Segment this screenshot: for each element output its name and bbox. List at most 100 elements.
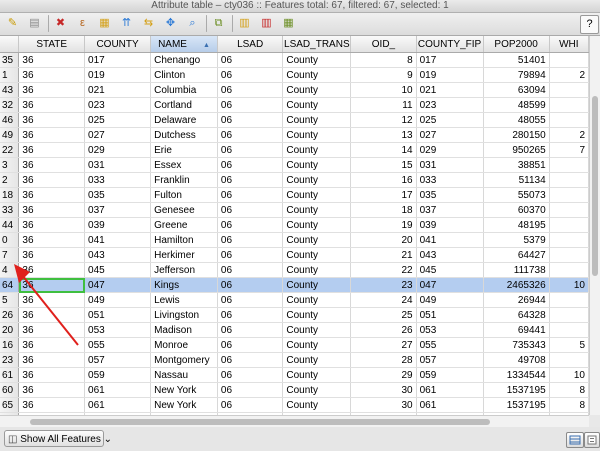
- cell-name[interactable]: Nassau: [150, 367, 218, 383]
- cell-state[interactable]: 36: [18, 352, 86, 368]
- cell-county[interactable]: 025: [84, 112, 152, 128]
- table-row[interactable]: 23 36 057 Montgomery 06 County 28 057 49708: [0, 352, 589, 368]
- cell-lsad_trans[interactable]: County: [282, 127, 352, 143]
- cell-lsad_trans[interactable]: County: [282, 97, 352, 113]
- cell-state[interactable]: 36: [18, 367, 86, 383]
- cell-whi[interactable]: [549, 157, 589, 173]
- vertical-scrollbar[interactable]: [589, 36, 600, 415]
- table-row[interactable]: 22 36 029 Erie 06 County 14 029 950265 7: [0, 142, 589, 158]
- cell-pop2000[interactable]: 60370: [483, 202, 550, 218]
- cell-lsad_trans[interactable]: County: [282, 217, 352, 233]
- cell-whi[interactable]: [549, 112, 589, 128]
- cell-county_fip[interactable]: 039: [416, 217, 484, 233]
- cell-lsad[interactable]: 06: [217, 157, 284, 173]
- cell-state[interactable]: 36: [18, 262, 86, 278]
- cell-lsad_trans[interactable]: County: [282, 307, 352, 323]
- cell-state[interactable]: 36: [18, 187, 86, 203]
- cell-pop2000[interactable]: 280150: [483, 127, 550, 143]
- cell-lsad_trans[interactable]: County: [282, 337, 352, 353]
- table-row[interactable]: 32 36 023 Cortland 06 County 11 023 48599: [0, 97, 589, 113]
- cell-county_fip[interactable]: 047: [416, 277, 484, 293]
- table-row[interactable]: 0 36 041 Hamilton 06 County 20 041 5379: [0, 232, 589, 248]
- cell-whi[interactable]: [549, 97, 589, 113]
- cell-pop2000[interactable]: 38851: [483, 157, 550, 173]
- row-header[interactable]: 49: [0, 127, 20, 143]
- table-row[interactable]: 35 36 017 Chenango 06 County 8 017 51401: [0, 52, 589, 68]
- cell-county[interactable]: 041: [84, 232, 152, 248]
- cell-pop2000[interactable]: 1537195: [483, 382, 550, 398]
- cell-state[interactable]: 36: [18, 247, 86, 263]
- cell-lsad[interactable]: 06: [217, 247, 284, 263]
- cell-whi[interactable]: [549, 52, 589, 68]
- table-row[interactable]: 3 36 031 Essex 06 County 15 031 38851: [0, 157, 589, 173]
- cell-county[interactable]: 039: [84, 217, 152, 233]
- horizontal-scroll-thumb[interactable]: [30, 419, 490, 425]
- cell-lsad[interactable]: 06: [217, 217, 284, 233]
- cell-county[interactable]: 053: [84, 322, 152, 338]
- cell-oid_[interactable]: 15: [350, 157, 417, 173]
- cell-state[interactable]: 36: [18, 277, 86, 293]
- cell-county_fip[interactable]: 035: [416, 187, 484, 203]
- pan-to-selected-button[interactable]: ✥: [162, 15, 179, 32]
- cell-county_fip[interactable]: 051: [416, 307, 484, 323]
- cell-pop2000[interactable]: 2465326: [483, 277, 550, 293]
- cell-pop2000[interactable]: 49708: [483, 352, 550, 368]
- cell-county_fip[interactable]: 029: [416, 142, 484, 158]
- cell-whi[interactable]: [549, 322, 589, 338]
- cell-name[interactable]: Greene: [150, 217, 218, 233]
- cell-state[interactable]: 36: [18, 157, 86, 173]
- cell-oid_[interactable]: 25: [350, 307, 417, 323]
- cell-whi[interactable]: 10: [549, 277, 589, 293]
- table-row[interactable]: 65 36 061 New York 06 County 30 061 1537195 8: [0, 397, 589, 413]
- table-row[interactable]: 26 36 051 Livingston 06 County 25 051 64328: [0, 307, 589, 323]
- cell-name[interactable]: Erie: [150, 142, 218, 158]
- cell-lsad[interactable]: 06: [217, 262, 284, 278]
- column-header-county_fip[interactable]: COUNTY_FIP: [416, 36, 484, 53]
- cell-county[interactable]: 051: [84, 307, 152, 323]
- cell-pop2000[interactable]: 79894: [483, 67, 550, 83]
- cell-whi[interactable]: [549, 247, 589, 263]
- row-header[interactable]: 5: [0, 292, 20, 308]
- delete-selected-button[interactable]: ✖: [52, 15, 69, 32]
- table-row[interactable]: 61 36 059 Nassau 06 County 29 059 1334544 10: [0, 367, 589, 383]
- cell-lsad[interactable]: 06: [217, 202, 284, 218]
- row-header[interactable]: 1: [0, 67, 20, 83]
- row-header[interactable]: 32: [0, 97, 20, 113]
- cell-oid_[interactable]: 16: [350, 172, 417, 188]
- row-header[interactable]: 16: [0, 337, 20, 353]
- cell-lsad_trans[interactable]: County: [282, 367, 352, 383]
- cell-name[interactable]: Franklin: [150, 172, 218, 188]
- cell-state[interactable]: 36: [18, 127, 86, 143]
- column-header-county[interactable]: COUNTY: [84, 36, 152, 53]
- cell-state[interactable]: 36: [18, 202, 86, 218]
- column-header-oid_[interactable]: OID_: [350, 36, 417, 53]
- cell-whi[interactable]: 5: [549, 337, 589, 353]
- row-header[interactable]: 35: [0, 52, 20, 68]
- cell-whi[interactable]: 8: [549, 382, 589, 398]
- cell-whi[interactable]: [549, 307, 589, 323]
- cell-name[interactable]: Herkimer: [150, 247, 218, 263]
- cell-lsad[interactable]: 06: [217, 337, 284, 353]
- cell-lsad[interactable]: 06: [217, 382, 284, 398]
- cell-county_fip[interactable]: 023: [416, 97, 484, 113]
- cell-name[interactable]: Jefferson: [150, 262, 218, 278]
- cell-pop2000[interactable]: 1537195: [483, 397, 550, 413]
- cell-county[interactable]: 049: [84, 292, 152, 308]
- table-row[interactable]: 44 36 039 Greene 06 County 19 039 48195: [0, 217, 589, 233]
- table-row[interactable]: 33 36 037 Genesee 06 County 18 037 60370: [0, 202, 589, 218]
- table-row[interactable]: 20 36 053 Madison 06 County 26 053 69441: [0, 322, 589, 338]
- invert-selection-button[interactable]: ⇆: [140, 15, 157, 32]
- cell-pop2000[interactable]: 5379: [483, 232, 550, 248]
- cell-county_fip[interactable]: 021: [416, 82, 484, 98]
- row-header[interactable]: 0: [0, 232, 20, 248]
- cell-county_fip[interactable]: 055: [416, 337, 484, 353]
- cell-lsad_trans[interactable]: County: [282, 292, 352, 308]
- cell-county_fip[interactable]: 061: [416, 397, 484, 413]
- cell-pop2000[interactable]: 735343: [483, 337, 550, 353]
- cell-county_fip[interactable]: 061: [416, 382, 484, 398]
- cell-name[interactable]: Montgomery: [150, 352, 218, 368]
- cell-name[interactable]: Essex: [150, 157, 218, 173]
- cell-pop2000[interactable]: 950265: [483, 142, 550, 158]
- cell-whi[interactable]: 2: [549, 67, 589, 83]
- cell-county_fip[interactable]: 019: [416, 67, 484, 83]
